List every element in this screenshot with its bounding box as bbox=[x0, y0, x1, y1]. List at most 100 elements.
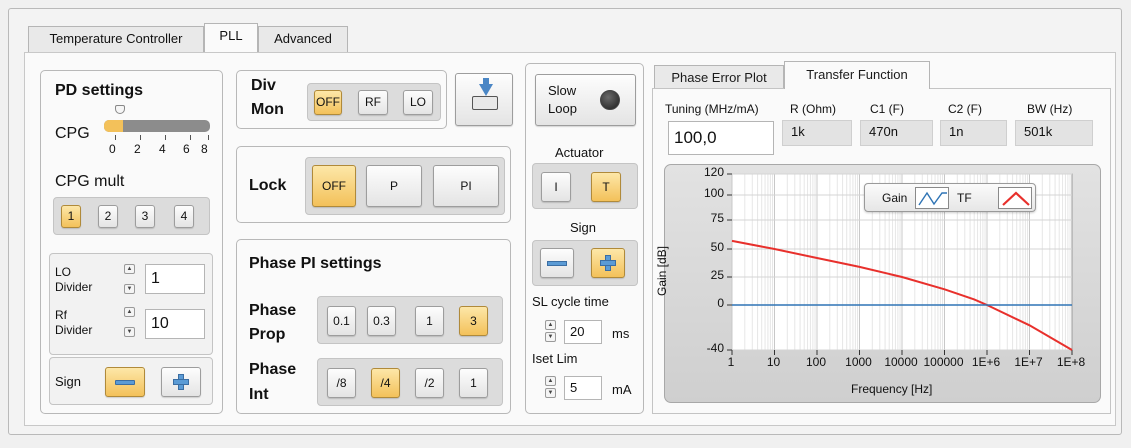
div-mon-off-button[interactable]: OFF bbox=[314, 90, 342, 115]
lo-divider-decrement[interactable]: ▼ bbox=[124, 284, 135, 294]
slow-loop-panel: Slow Loop Actuator I T Sign SL cycle tim… bbox=[525, 63, 644, 414]
phase-int-button-div4[interactable]: /4 bbox=[371, 368, 400, 398]
phase-prop-button-0.1[interactable]: 0.1 bbox=[327, 306, 356, 336]
x-tick-label: 1E+6 bbox=[971, 355, 1001, 369]
x-tick-label: 1E+8 bbox=[1056, 355, 1086, 369]
sl-cycle-time-label: SL cycle time bbox=[532, 294, 609, 309]
r-ohm-label: R (Ohm) bbox=[790, 102, 836, 116]
cpg-mult-button-2[interactable]: 2 bbox=[98, 205, 118, 228]
legend-gain-label: Gain bbox=[882, 191, 908, 205]
cpg-tick-marks bbox=[104, 135, 214, 141]
iset-lim-input[interactable]: 5 bbox=[564, 376, 602, 400]
sl-cycle-time-input[interactable]: 20 bbox=[564, 320, 602, 344]
slow-loop-button[interactable]: Slow Loop bbox=[535, 74, 636, 126]
minus-icon bbox=[547, 261, 567, 266]
x-tick-label: 1000 bbox=[845, 355, 872, 369]
iset-lim-decrement[interactable]: ▼ bbox=[545, 388, 556, 398]
phase-prop-button-0.3[interactable]: 0.3 bbox=[367, 306, 396, 336]
slow-loop-sign-group bbox=[532, 240, 638, 286]
lock-off-button[interactable]: OFF bbox=[312, 165, 356, 207]
cpg-tick: 4 bbox=[159, 142, 166, 156]
upload-icon bbox=[472, 78, 498, 114]
c1-label: C1 (F) bbox=[870, 102, 904, 116]
bw-value: 501k bbox=[1015, 120, 1093, 146]
phase-prop-label: Phase bbox=[249, 302, 297, 319]
y-tick-label: 25 bbox=[710, 268, 724, 282]
phase-int-button-div2[interactable]: /2 bbox=[415, 368, 444, 398]
phase-pi-panel: Phase PI settings Phase Prop 0.1 0.3 1 3… bbox=[236, 239, 511, 414]
iset-lim-increment[interactable]: ▲ bbox=[545, 376, 556, 386]
y-tick-label: 50 bbox=[710, 240, 724, 254]
tab-phase-error-plot[interactable]: Phase Error Plot bbox=[654, 65, 784, 89]
slow-loop-label: Loop bbox=[548, 101, 577, 116]
sl-cycle-decrement[interactable]: ▼ bbox=[545, 332, 556, 342]
rf-divider-input[interactable]: 10 bbox=[145, 309, 205, 339]
upload-button[interactable] bbox=[455, 73, 513, 126]
phase-int-button-div8[interactable]: /8 bbox=[327, 368, 356, 398]
plus-icon bbox=[173, 374, 189, 390]
lo-divider-input[interactable]: 1 bbox=[145, 264, 205, 294]
lock-pi-button[interactable]: PI bbox=[433, 165, 499, 207]
pd-settings-panel: PD settings CPG 0 2 4 6 8 CPG mult 1 2 3… bbox=[40, 70, 223, 414]
rf-divider-decrement[interactable]: ▼ bbox=[124, 327, 135, 337]
phase-int-button-1[interactable]: 1 bbox=[459, 368, 488, 398]
legend-tf-swatch bbox=[998, 187, 1032, 209]
x-tick-label: 10000 bbox=[884, 355, 918, 369]
actuator-i-button[interactable]: I bbox=[541, 172, 571, 202]
lock-label: Lock bbox=[249, 177, 287, 194]
cpg-mult-button-1[interactable]: 1 bbox=[61, 205, 81, 228]
slow-loop-sign-plus-button[interactable] bbox=[591, 248, 625, 278]
lock-panel: Lock OFF P PI bbox=[236, 146, 511, 223]
pd-sign-minus-button[interactable] bbox=[105, 367, 145, 397]
tuning-input[interactable]: 100,0 bbox=[668, 121, 774, 155]
phase-prop-button-1[interactable]: 1 bbox=[415, 306, 444, 336]
y-axis-label: Gain [dB] bbox=[655, 245, 670, 297]
lo-divider-label: LO bbox=[55, 265, 72, 279]
phase-prop-group: 0.1 0.3 1 3 bbox=[317, 296, 503, 344]
c1-value: 470n bbox=[860, 120, 933, 146]
phase-prop-label: Prop bbox=[249, 326, 286, 343]
cpg-slider-handle[interactable] bbox=[115, 105, 125, 114]
iset-lim-label: Iset Lim bbox=[532, 351, 578, 366]
minus-icon bbox=[115, 380, 135, 385]
x-axis-label: Frequency [Hz] bbox=[851, 382, 933, 396]
slow-loop-label: Slow bbox=[548, 83, 577, 98]
phase-int-label: Phase bbox=[249, 361, 297, 378]
lo-divider-increment[interactable]: ▲ bbox=[124, 264, 135, 274]
tab-pll[interactable]: PLL bbox=[204, 23, 258, 52]
actuator-group: I T bbox=[532, 163, 638, 209]
pd-settings-title: PD settings bbox=[55, 82, 144, 99]
lock-p-button[interactable]: P bbox=[366, 165, 422, 207]
sl-cycle-increment[interactable]: ▲ bbox=[545, 320, 556, 330]
x-tick-label: 1E+7 bbox=[1014, 355, 1043, 369]
div-mon-panel: Div Mon OFF RF LO bbox=[236, 70, 447, 129]
tab-temperature-controller[interactable]: Temperature Controller bbox=[28, 26, 204, 52]
div-mon-rf-button[interactable]: RF bbox=[358, 90, 388, 115]
pd-sign-label: Sign bbox=[55, 374, 82, 389]
tab-advanced[interactable]: Advanced bbox=[258, 26, 348, 52]
slow-loop-sign-label: Sign bbox=[570, 220, 597, 235]
rf-divider-increment[interactable]: ▲ bbox=[124, 307, 135, 317]
tuning-label: Tuning (MHz/mA) bbox=[665, 102, 759, 116]
div-mon-label: Div bbox=[251, 77, 276, 94]
lo-divider-label: Divider bbox=[55, 280, 93, 294]
slow-loop-sign-minus-button[interactable] bbox=[540, 248, 574, 278]
tab-transfer-function[interactable]: Transfer Function bbox=[784, 61, 930, 89]
y-tick-label: 120 bbox=[703, 165, 724, 179]
actuator-t-button[interactable]: T bbox=[591, 172, 621, 202]
div-mon-lo-button[interactable]: LO bbox=[403, 90, 433, 115]
cpg-tick: 2 bbox=[134, 142, 141, 156]
x-tick-label: 100000 bbox=[923, 355, 964, 369]
x-tick-label: 100 bbox=[805, 355, 827, 369]
y-tick-label: 100 bbox=[703, 186, 724, 200]
pd-sign-plus-button[interactable] bbox=[161, 367, 201, 397]
cpg-mult-button-4[interactable]: 4 bbox=[174, 205, 194, 228]
div-mon-group: OFF RF LO bbox=[307, 83, 441, 121]
cpg-mult-group: 1 2 3 4 bbox=[53, 197, 210, 235]
phase-prop-button-3[interactable]: 3 bbox=[459, 306, 488, 336]
cpg-tick: 0 bbox=[109, 142, 116, 156]
lock-group: OFF P PI bbox=[305, 157, 505, 215]
cpg-mult-button-3[interactable]: 3 bbox=[135, 205, 155, 228]
y-tick-label: 0 bbox=[717, 296, 724, 310]
cpg-slider-track[interactable] bbox=[104, 120, 210, 132]
